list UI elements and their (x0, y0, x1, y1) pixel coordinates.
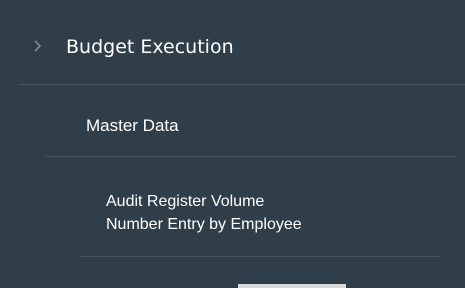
partial-bottom-element (238, 284, 346, 288)
menu-item-label: Master Data (86, 116, 179, 135)
menu-divider (18, 84, 465, 85)
menu-divider (46, 156, 457, 157)
menu-item-audit-register-volume-number-entry[interactable]: Audit Register Volume Number Entry by Em… (0, 184, 465, 254)
navigation-menu: Budget Execution Master Data Audit Regis… (0, 0, 465, 288)
menu-item-master-data[interactable]: Master Data (0, 104, 465, 154)
menu-item-label: Audit Register Volume Number Entry by Em… (106, 190, 446, 236)
menu-item-label: Budget Execution (66, 36, 234, 58)
menu-item-label-line-2: Number Entry by Employee (106, 216, 302, 233)
chevron-right-icon (34, 40, 42, 52)
menu-divider (80, 256, 440, 257)
menu-item-label-line-1: Audit Register Volume (106, 193, 265, 210)
menu-item-budget-execution[interactable]: Budget Execution (0, 26, 465, 78)
